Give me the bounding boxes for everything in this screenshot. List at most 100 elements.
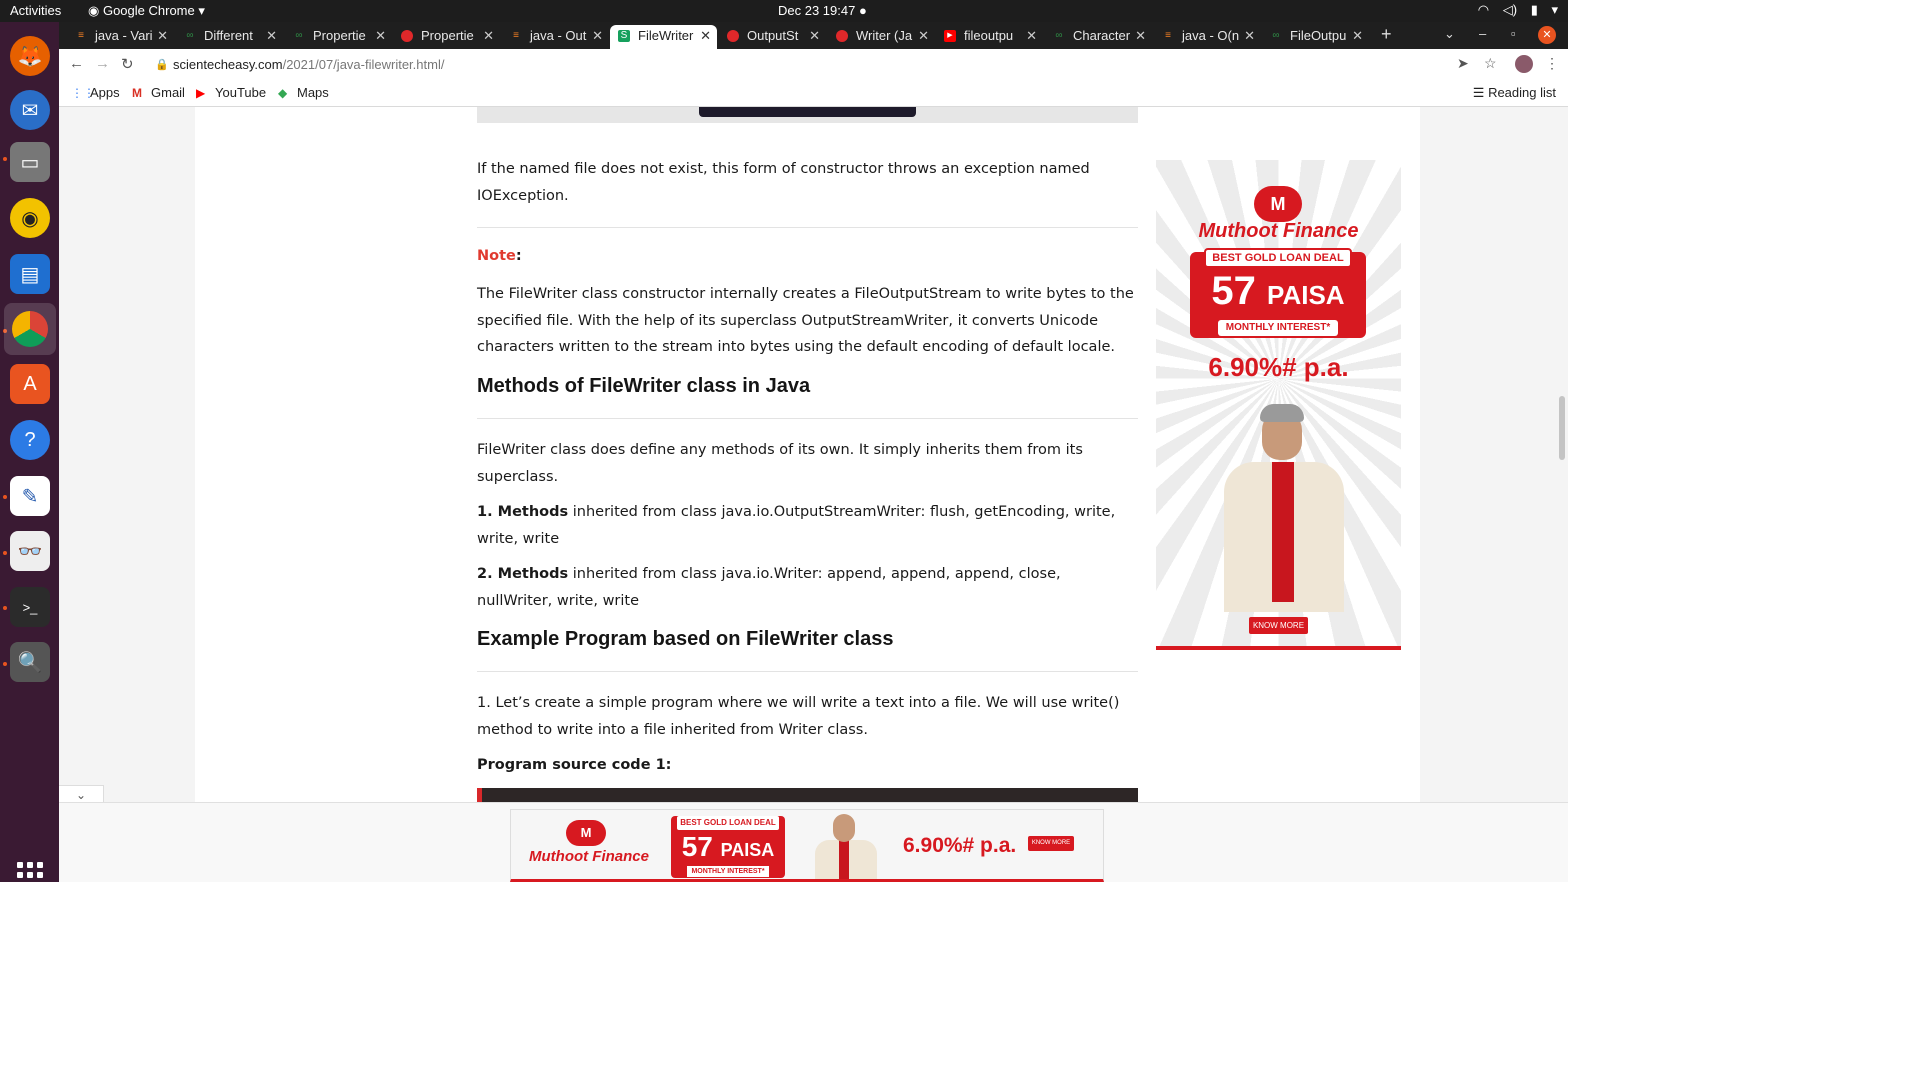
forward-arrow-icon[interactable]: → bbox=[95, 55, 110, 72]
tab-close-icon[interactable]: ✕ bbox=[375, 25, 386, 47]
section-heading: Example Program based on FileWriter clas… bbox=[477, 628, 894, 650]
tab-close-icon[interactable]: ✕ bbox=[809, 25, 820, 47]
bookmark-maps[interactable]: ◆ Maps bbox=[278, 85, 329, 100]
tab[interactable]: ∞ FileOutpu ✕ bbox=[1262, 25, 1369, 49]
system-tray[interactable]: ◠ ◁) ▮ ▾ bbox=[1468, 2, 1558, 18]
youtube-icon: ▶ bbox=[196, 86, 206, 100]
reading-list-button[interactable]: ☰ Reading list bbox=[1473, 85, 1556, 101]
app-menu-label: Google Chrome bbox=[102, 3, 195, 18]
restore-icon[interactable]: ▫ bbox=[1511, 26, 1516, 41]
bottom-banner-area: M Muthoot Finance BEST GOLD LOAN DEAL 57… bbox=[59, 802, 1568, 882]
activities-button[interactable]: Activities bbox=[10, 3, 61, 18]
tab-label: Different bbox=[204, 28, 253, 43]
bottom-banner-advertisement[interactable]: M Muthoot Finance BEST GOLD LOAN DEAL 57… bbox=[510, 809, 1104, 882]
ad-brand: Muthoot Finance bbox=[1198, 220, 1359, 242]
banner-big-unit: PAISA bbox=[720, 840, 775, 860]
document-viewer-icon[interactable]: 👓 bbox=[10, 531, 50, 571]
banner-big-offer: 57 PAISA bbox=[671, 830, 785, 867]
url-text: scientecheasy.com/2021/07/java-filewrite… bbox=[173, 52, 444, 78]
list-item: 1. Methods inherited from class java.io.… bbox=[477, 499, 1138, 552]
tab-close-icon[interactable]: ✕ bbox=[592, 25, 603, 47]
youtube-icon: ▶ bbox=[944, 30, 956, 42]
tab[interactable]: OutputSt ✕ bbox=[719, 25, 826, 49]
paragraph: If the named file does not exist, this f… bbox=[477, 161, 1090, 204]
reload-icon[interactable]: ↻ bbox=[121, 55, 134, 73]
tab[interactable]: ∞ Character ✕ bbox=[1045, 25, 1152, 49]
paragraph: FileWriter class does define any methods… bbox=[477, 442, 1083, 485]
ad-know-more-button[interactable]: KNOW MORE bbox=[1249, 617, 1308, 634]
lock-icon: 🔒 bbox=[155, 59, 169, 71]
tab-close-icon[interactable]: ✕ bbox=[918, 25, 929, 47]
minimize-icon[interactable]: – bbox=[1479, 26, 1486, 41]
tab-close-icon[interactable]: ✕ bbox=[1244, 25, 1255, 47]
tab[interactable]: Propertie ✕ bbox=[393, 25, 500, 49]
code-block-bottom-edge bbox=[477, 107, 1138, 123]
note-colon: : bbox=[515, 248, 522, 264]
paragraph: The FileWriter class constructor interna… bbox=[477, 286, 1134, 355]
tab-close-icon[interactable]: ✕ bbox=[483, 25, 494, 47]
banner-subtext: MONTHLY INTEREST* bbox=[687, 866, 769, 877]
firefox-icon[interactable]: 🦊 bbox=[10, 36, 50, 76]
tab-label: Writer (Ja bbox=[856, 28, 913, 43]
banner-big-number: 57 bbox=[681, 831, 713, 862]
tab[interactable]: ▶ fileoutpu ✕ bbox=[936, 25, 1043, 49]
bookmarks-bar: ⋮⋮Apps M Gmail ▶ YouTube ◆ Maps ☰ Reading l… bbox=[59, 80, 1568, 107]
stackoverflow-icon: ≡ bbox=[1165, 30, 1171, 41]
files-icon[interactable]: ▭ bbox=[10, 142, 50, 182]
show-applications-icon[interactable] bbox=[17, 862, 43, 888]
help-icon[interactable]: ? bbox=[10, 420, 50, 460]
tab-close-icon[interactable]: ✕ bbox=[700, 25, 711, 47]
back-arrow-icon[interactable]: ← bbox=[69, 55, 84, 72]
software-center-icon[interactable]: A bbox=[10, 364, 50, 404]
web-page[interactable]: If the named file does not exist, this f… bbox=[59, 107, 1568, 882]
tab-label: Propertie bbox=[421, 28, 474, 43]
list-item-text: inherited from class java.io.OutputStrea… bbox=[477, 504, 1116, 547]
kebab-menu-icon[interactable]: ⋮ bbox=[1545, 55, 1559, 72]
geeksforgeeks-icon: ∞ bbox=[1272, 30, 1280, 41]
search-tool-icon[interactable]: 🔍 bbox=[10, 642, 50, 682]
profile-avatar[interactable] bbox=[1515, 55, 1533, 73]
tab-close-icon[interactable]: ✕ bbox=[1026, 25, 1037, 47]
list-item: 2. Methods inherited from class java.io.… bbox=[477, 561, 1138, 614]
tab[interactable]: ∞ Different ✕ bbox=[176, 25, 283, 49]
scrollbar-thumb[interactable] bbox=[1559, 396, 1565, 460]
tab[interactable]: ≡ java - O(n ✕ bbox=[1154, 25, 1261, 49]
clock[interactable]: Dec 23 19:47 ● bbox=[778, 3, 867, 18]
side-advertisement[interactable]: M Muthoot Finance BEST GOLD LOAN DEAL 57… bbox=[1156, 160, 1401, 650]
clock-label: Dec 23 19:47 bbox=[778, 3, 856, 18]
running-indicator bbox=[3, 157, 7, 161]
tab[interactable]: ≡ java - Out ✕ bbox=[502, 25, 609, 49]
tab-close-icon[interactable]: ✕ bbox=[157, 25, 168, 47]
tab-close-icon[interactable]: ✕ bbox=[266, 25, 277, 47]
new-tab-plus-icon[interactable]: + bbox=[1381, 24, 1392, 45]
tab-close-icon[interactable]: ✕ bbox=[1352, 25, 1363, 47]
window-close-icon[interactable]: ✕ bbox=[1538, 26, 1556, 44]
text-editor-icon[interactable]: ✎ bbox=[10, 476, 50, 516]
tab[interactable]: ∞ Propertie ✕ bbox=[285, 25, 392, 49]
ad-person-hair bbox=[1260, 404, 1304, 422]
banner-know-more-button[interactable]: KNOW MORE bbox=[1028, 836, 1074, 851]
scrollbar[interactable] bbox=[1556, 107, 1568, 882]
writer-icon[interactable]: ▤ bbox=[10, 254, 50, 294]
banner-person-head bbox=[833, 814, 855, 842]
thunderbird-icon[interactable]: ✉ bbox=[10, 90, 50, 130]
rhythmbox-icon[interactable]: ◉ bbox=[10, 198, 50, 238]
tab-search-chevron-icon[interactable]: ⌄ bbox=[1444, 26, 1455, 42]
ad-big-unit: PAISA bbox=[1267, 280, 1345, 310]
address-bar[interactable]: 🔒 scientecheasy.com/2021/07/java-filewri… bbox=[151, 52, 1531, 78]
bookmark-gmail[interactable]: M Gmail bbox=[132, 85, 185, 100]
chrome-icon[interactable] bbox=[4, 303, 56, 355]
tab[interactable]: Writer (Ja ✕ bbox=[828, 25, 935, 49]
tab[interactable]: ≡ java - Vari ✕ bbox=[67, 25, 174, 49]
ad-person-image bbox=[1216, 400, 1346, 612]
banner-rate: 6.90%# p.a. bbox=[903, 834, 1017, 857]
app-menu[interactable]: ◉ Google Chrome ▾ bbox=[88, 3, 205, 19]
terminal-icon[interactable]: >_ bbox=[10, 587, 50, 627]
bookmark-apps[interactable]: ⋮⋮Apps bbox=[71, 85, 120, 100]
reading-list-label: Reading list bbox=[1488, 85, 1556, 100]
tab-close-icon[interactable]: ✕ bbox=[1135, 25, 1146, 47]
bookmark-youtube[interactable]: ▶ YouTube bbox=[196, 85, 266, 100]
send-icon[interactable]: ➤ bbox=[1457, 55, 1469, 72]
bookmark-star-icon[interactable]: ☆ bbox=[1484, 55, 1497, 72]
tab-active[interactable]: S FileWriter ✕ bbox=[610, 25, 717, 49]
